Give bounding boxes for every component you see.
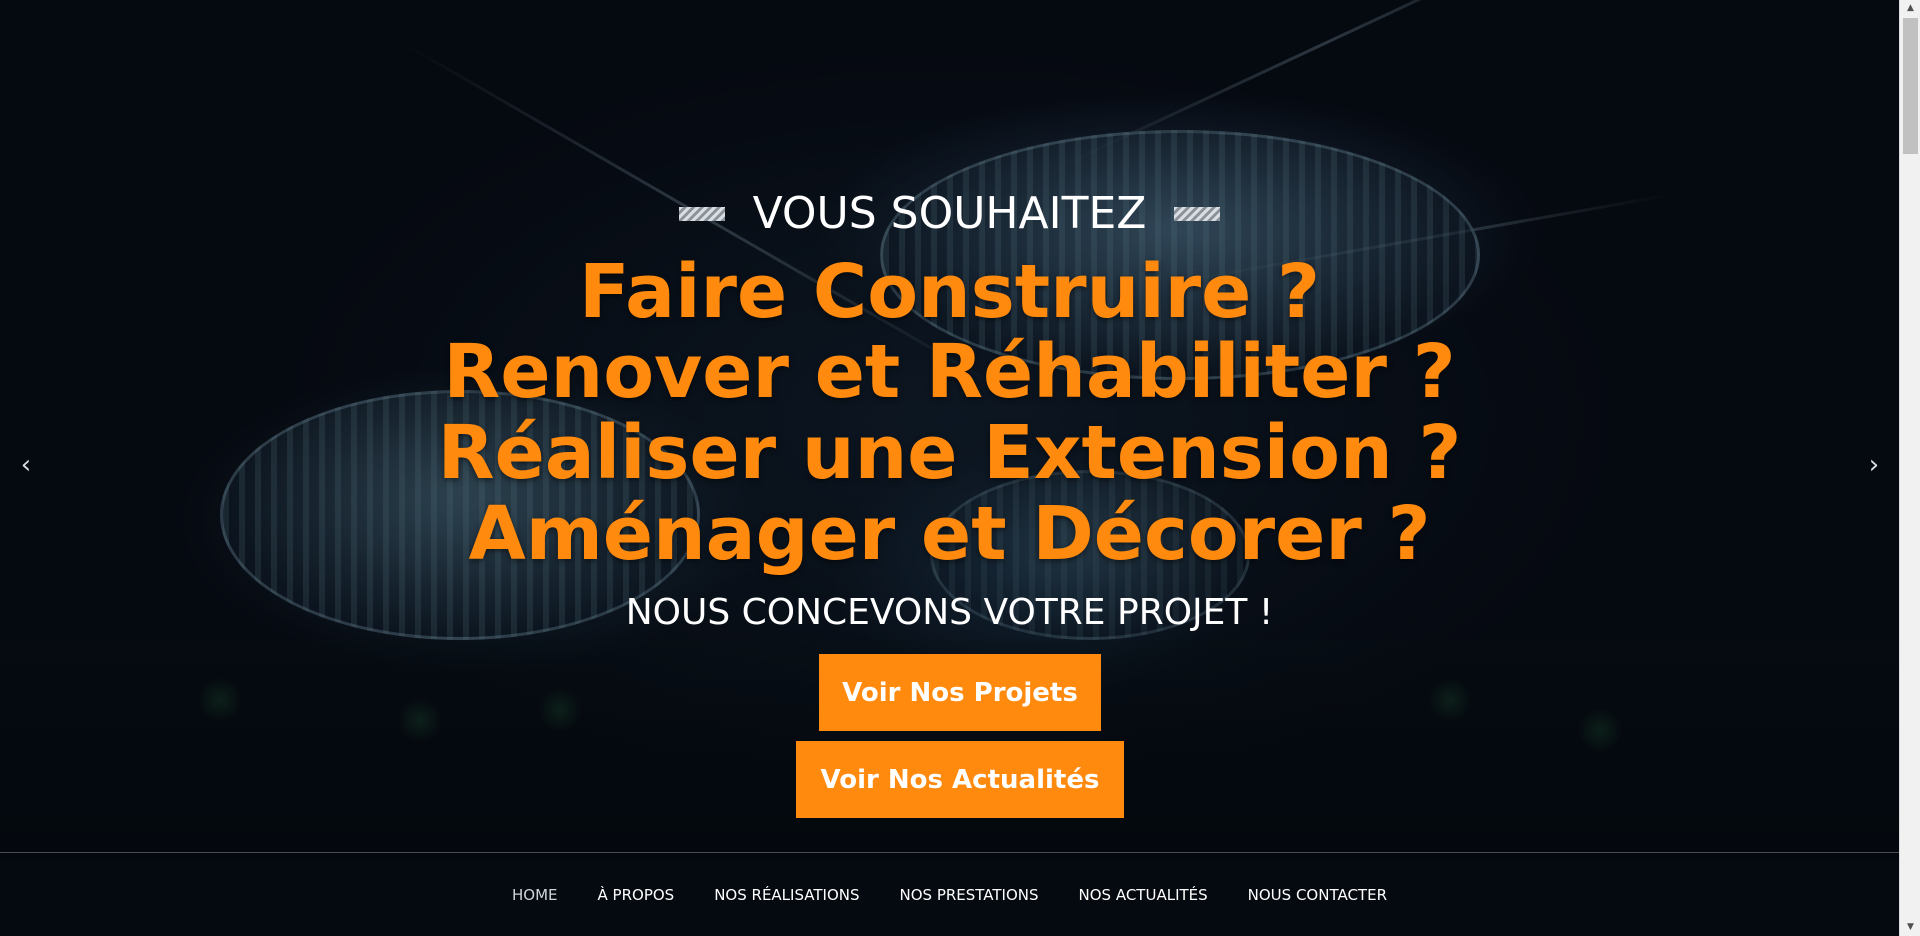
eyebrow-row: VOUS SOUHAITEZ <box>0 188 1899 239</box>
vertical-scrollbar[interactable]: ▲ ▼ <box>1899 0 1920 936</box>
hero-headline-3: Réaliser une Extension ? <box>437 410 1462 496</box>
hero-headline-4: Aménager et Décorer ? <box>468 491 1431 577</box>
main-navigation: HOME À PROPOS NOS RÉALISATIONS NOS PREST… <box>0 853 1899 936</box>
decorative-stripe <box>1174 206 1221 221</box>
nav-item-contact[interactable]: NOUS CONTACTER <box>1248 886 1387 904</box>
hero-headline-1: Faire Construire ? <box>578 249 1321 335</box>
nav-item-services[interactable]: NOS PRESTATIONS <box>900 886 1039 904</box>
nav-item-news[interactable]: NOS ACTUALITÉS <box>1079 886 1208 904</box>
decorative-stripe <box>678 206 725 221</box>
nav-item-about[interactable]: À PROPOS <box>598 886 675 904</box>
scroll-down-icon[interactable]: ▼ <box>1900 919 1920 936</box>
hero-headline-2: Renover et Réhabiliter ? <box>443 329 1456 415</box>
view-projects-button[interactable]: Voir Nos Projets <box>819 654 1101 731</box>
scroll-thumb[interactable] <box>1903 18 1918 154</box>
scroll-up-icon[interactable]: ▲ <box>1900 0 1920 17</box>
nav-item-realisations[interactable]: NOS RÉALISATIONS <box>714 886 859 904</box>
hero-tagline: NOUS CONCEVONS VOTRE PROJET ! <box>625 592 1274 633</box>
hero-eyebrow: VOUS SOUHAITEZ <box>752 188 1147 239</box>
view-news-button[interactable]: Voir Nos Actualités <box>796 741 1124 818</box>
nav-item-home[interactable]: HOME <box>512 886 558 904</box>
